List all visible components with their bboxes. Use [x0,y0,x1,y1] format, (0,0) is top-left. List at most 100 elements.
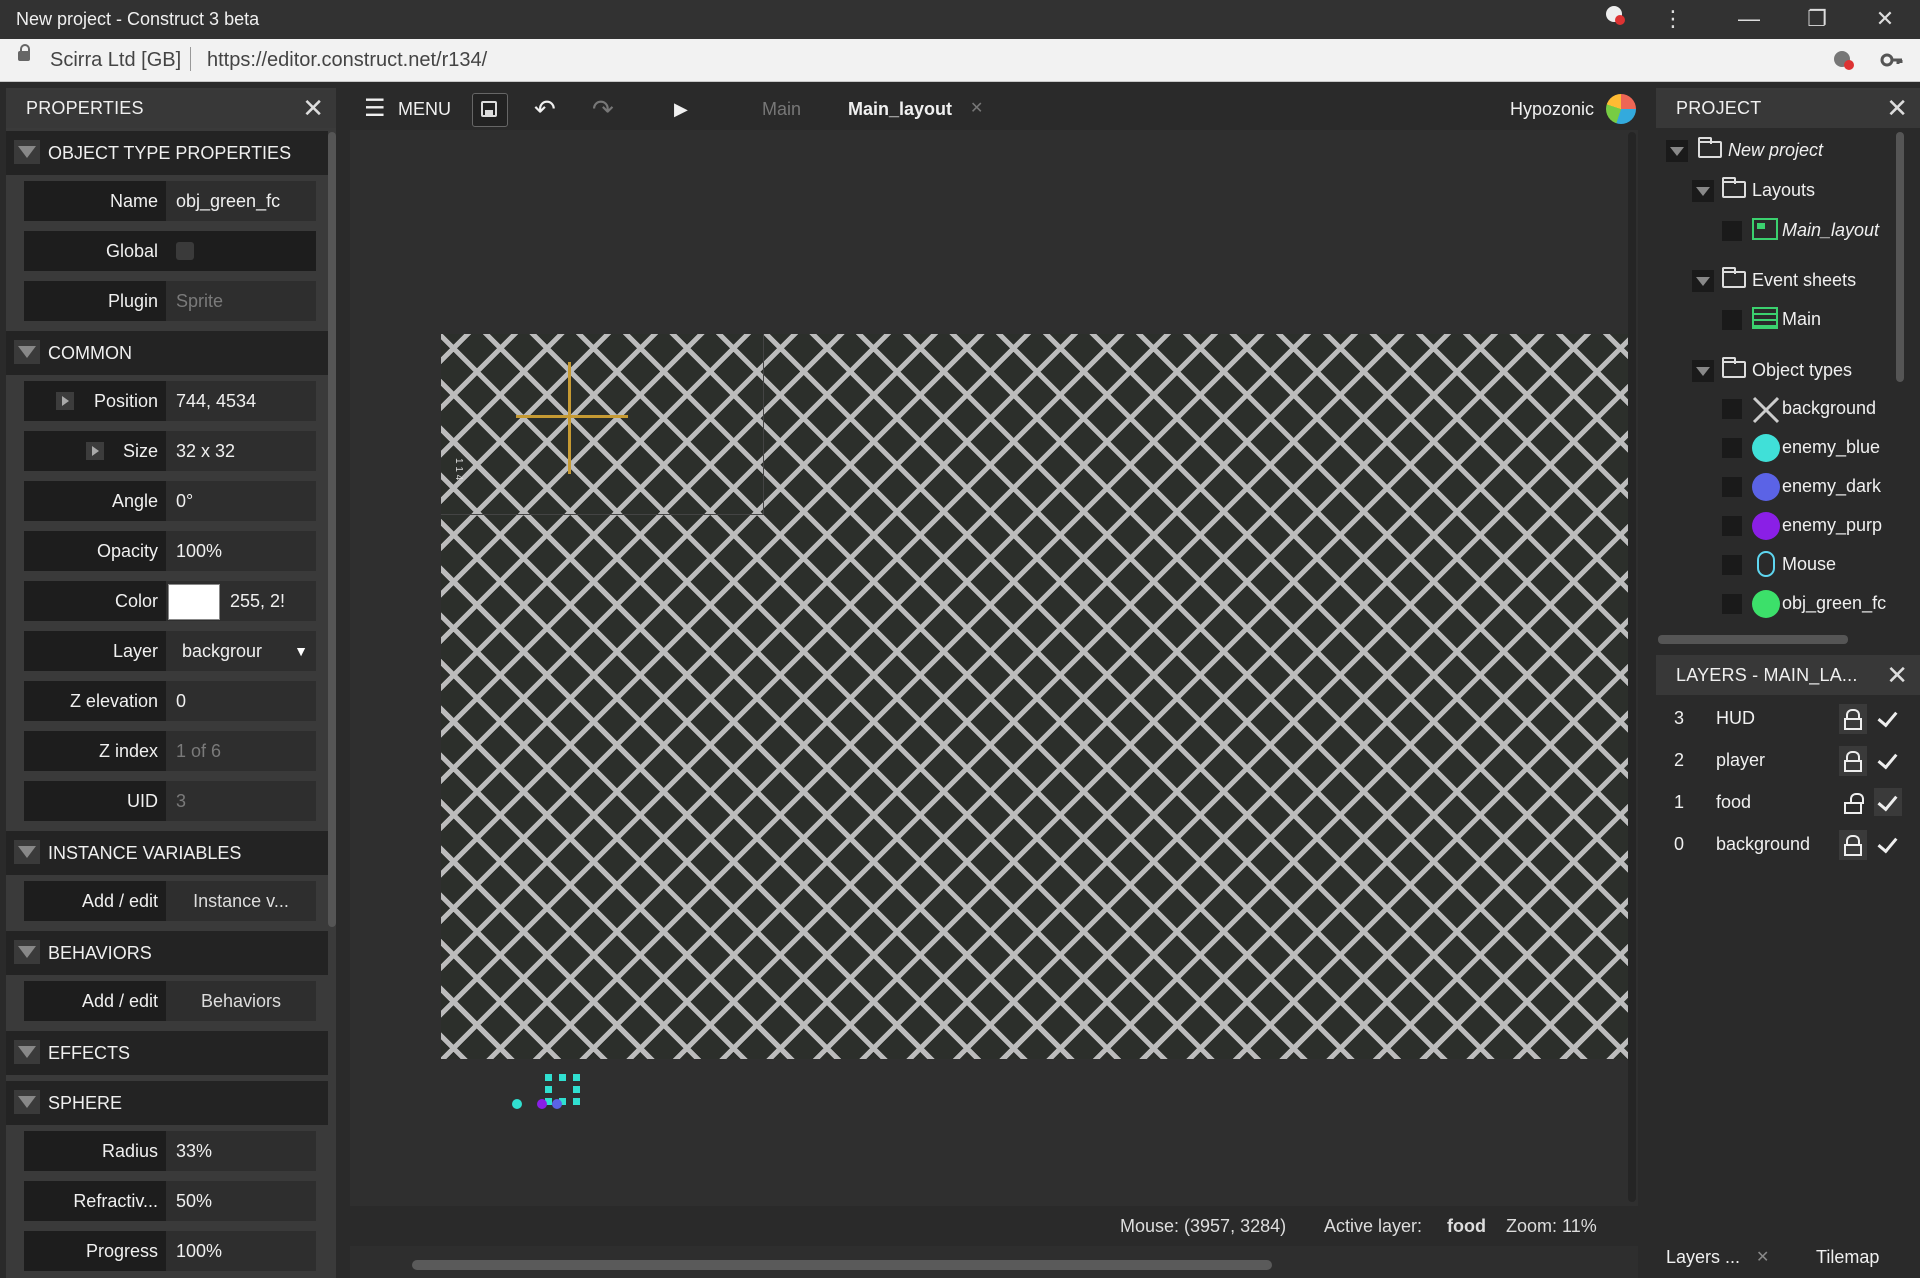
collapse-icon[interactable] [14,140,40,164]
collapse-icon[interactable] [14,840,40,864]
collapse-icon[interactable] [14,940,40,964]
collapse-icon[interactable] [14,1040,40,1064]
tree-layouts[interactable]: Layouts [1692,172,1912,208]
prop-label: Add / edit [81,891,158,911]
properties-scrollbar[interactable] [328,132,336,927]
extension-icon[interactable] [1600,4,1630,34]
tree-object-enemy-blue[interactable]: enemy_blue [1722,429,1918,465]
section-label: COMMON [48,343,132,363]
redo-icon[interactable]: ↷ [592,88,614,130]
collapse-icon[interactable] [1692,270,1714,292]
tree-checkbox[interactable] [1722,310,1742,330]
section-common[interactable]: COMMON [6,331,328,375]
tree-main-sheet[interactable]: Main [1722,301,1912,337]
layer-row-player[interactable]: 2 player [1656,740,1920,782]
site-settings-icon[interactable] [1832,49,1856,77]
lock-icon[interactable] [1839,746,1867,776]
tree-checkbox[interactable] [1722,477,1742,497]
tab-layers[interactable]: Layers ... [1666,1247,1740,1268]
close-icon[interactable]: ✕ [1886,93,1908,124]
tab-tilemap[interactable]: Tilemap [1816,1247,1879,1268]
more-icon[interactable]: ⋮ [1658,4,1688,34]
tree-event-sheets[interactable]: Event sheets [1692,262,1912,298]
global-checkbox[interactable] [176,242,194,260]
lock-icon[interactable] [1839,830,1867,860]
minimize-button[interactable]: — [1734,4,1764,34]
visible-check-icon[interactable] [1874,830,1902,858]
progress-field[interactable]: 100% [166,1231,316,1271]
tree-object-background[interactable]: background [1722,390,1918,426]
collapse-icon[interactable] [14,1090,40,1114]
layout-canvas[interactable]: 1 1 4 [441,334,1633,1059]
collapse-icon[interactable] [1692,180,1714,202]
tab-close-icon[interactable]: ✕ [970,88,983,130]
offscreen-objects[interactable] [500,1070,590,1126]
size-field[interactable]: 32 x 32 [166,431,316,471]
tree-object-obj-green[interactable]: obj_green_fc [1722,585,1918,621]
visible-check-icon[interactable] [1874,746,1902,774]
tree-checkbox[interactable] [1722,516,1742,536]
tree-object-types[interactable]: Object types [1692,352,1912,388]
layer-row-food[interactable]: 1 food [1656,782,1920,824]
opacity-field[interactable]: 100% [166,531,316,571]
tree-label: background [1782,398,1877,418]
save-button[interactable] [472,93,508,127]
layout-canvas-viewport[interactable]: 1 1 4 [350,130,1638,1206]
layer-select[interactable]: backgrour ▼ [166,631,316,671]
section-object-type[interactable]: OBJECT TYPE PROPERTIES [6,131,328,175]
collapse-icon[interactable] [1692,360,1714,382]
visible-check-icon[interactable] [1874,704,1902,732]
section-behaviors[interactable]: BEHAVIORS [6,931,328,975]
lock-icon[interactable] [1839,704,1867,734]
tree-checkbox[interactable] [1722,555,1742,575]
tree-main-layout[interactable]: Main_layout [1722,212,1918,248]
instance-vars-button[interactable]: Instance v... [166,881,316,921]
unlock-icon[interactable] [1839,788,1867,818]
color-field[interactable]: 255, 2! [166,581,316,621]
section-sphere[interactable]: SPHERE [6,1081,328,1125]
tree-root[interactable]: New project [1664,132,1914,168]
section-instance-variables[interactable]: INSTANCE VARIABLES [6,831,328,875]
undo-icon[interactable]: ↶ [534,88,556,130]
menu-icon[interactable]: ☰ [364,88,386,130]
active-layer-label: Active layer: [1324,1216,1423,1236]
vertical-scrollbar-track[interactable] [1628,132,1636,1202]
z-elevation-field[interactable]: 0 [166,681,316,721]
refraction-field[interactable]: 50% [166,1181,316,1221]
layer-row-background[interactable]: 0 background [1656,824,1920,866]
user-name[interactable]: Hypozonic [1510,88,1594,130]
tree-object-mouse[interactable]: Mouse [1722,546,1918,582]
avatar[interactable] [1606,94,1636,124]
key-icon[interactable] [1880,49,1904,77]
layer-row-hud[interactable]: 3 HUD [1656,698,1920,740]
position-field[interactable]: 744, 4534 [166,381,316,421]
tree-checkbox[interactable] [1722,221,1742,241]
tree-checkbox[interactable] [1722,399,1742,419]
close-icon[interactable]: ✕ [1886,660,1908,691]
tab-main[interactable]: Main [762,88,801,130]
tree-object-enemy-dark[interactable]: enemy_dark [1722,468,1918,504]
tree-checkbox[interactable] [1722,594,1742,614]
tab-main-layout[interactable]: Main_layout [848,88,952,130]
collapse-icon[interactable] [1666,140,1688,162]
collapse-icon[interactable] [14,340,40,364]
play-icon[interactable]: ▶ [674,88,688,130]
close-window-button[interactable]: ✕ [1870,4,1900,34]
project-h-scrollbar[interactable] [1658,635,1848,644]
restore-button[interactable]: ❐ [1802,4,1832,34]
tree-checkbox[interactable] [1722,438,1742,458]
project-scrollbar[interactable] [1896,132,1904,382]
visible-check-icon[interactable] [1874,788,1902,816]
url-field[interactable]: https://editor.construct.net/r134/ [207,49,487,72]
horizontal-scrollbar[interactable] [412,1260,1272,1270]
name-field[interactable]: obj_green_fc [166,181,316,221]
tree-object-enemy-purp[interactable]: enemy_purp [1722,507,1918,543]
angle-field[interactable]: 0° [166,481,316,521]
close-icon[interactable]: ✕ [302,93,324,124]
radius-field[interactable]: 33% [166,1131,316,1171]
section-effects[interactable]: EFFECTS [6,1031,328,1075]
tab-close-icon[interactable]: ✕ [1756,1247,1769,1267]
menu-button[interactable]: MENU [398,88,451,130]
behaviors-button[interactable]: Behaviors [166,981,316,1021]
color-swatch[interactable] [168,584,220,620]
